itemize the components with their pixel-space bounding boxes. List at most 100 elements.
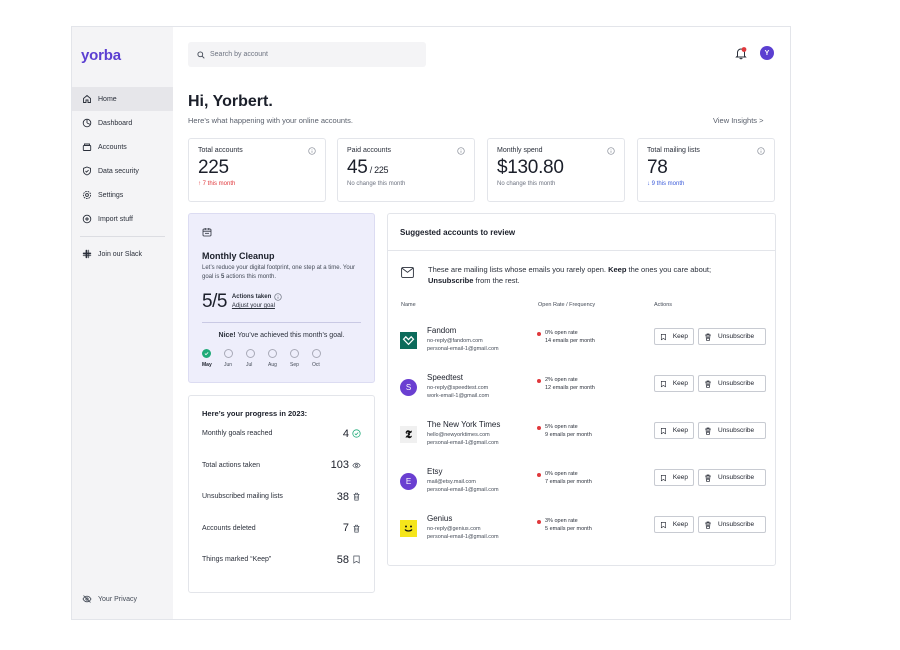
calendar-icon	[202, 228, 212, 237]
actions-taken-text: Actions taken	[231, 294, 272, 300]
sidebar-item-dashboard[interactable]: Dashboard	[72, 111, 173, 135]
progress-row: Things marked “Keep” 58	[202, 544, 361, 576]
keep-button[interactable]: Keep	[654, 422, 694, 439]
unsubscribe-button[interactable]: Unsubscribe	[698, 516, 766, 533]
stat-value: 78	[647, 157, 765, 179]
adjust-goal-link[interactable]: Adjust your goal	[232, 303, 282, 309]
stat-label: Total accounts	[198, 147, 243, 154]
unsubscribe-button[interactable]: Unsubscribe	[698, 328, 766, 345]
keep-button[interactable]: Keep	[654, 469, 694, 486]
stat-card-paid-accounts[interactable]: Paid accounts 45 / 225 No change this mo…	[337, 138, 475, 202]
divider	[202, 322, 361, 323]
month-tracker: May Jun Jul Aug Sep Oct	[202, 349, 361, 368]
notification-bell-icon[interactable]	[734, 46, 748, 60]
app-window: yorba Home Dashboard Accounts Data secur…	[71, 26, 791, 620]
stat-note: No change this month	[497, 181, 556, 187]
stat-value: $130.80	[497, 157, 615, 179]
progress-value: 103	[330, 459, 349, 472]
unsubscribe-button[interactable]: Unsubscribe	[698, 469, 766, 486]
month-sep: Sep	[290, 349, 312, 368]
info-icon[interactable]	[607, 147, 615, 155]
home-icon	[83, 94, 91, 103]
progress-label: Monthly goals reached	[202, 430, 273, 438]
info-icon[interactable]	[274, 293, 282, 301]
open-rate: 5% open rate	[545, 424, 578, 430]
stat-note: ↑ 7 this month	[198, 181, 236, 187]
etsy-logo: E	[400, 473, 417, 490]
sidebar: yorba Home Dashboard Accounts Data secur…	[72, 27, 173, 619]
month-aug: Aug	[268, 349, 290, 368]
account-row-nyt: 𝕿 The New York Times hello@newyorktimes.…	[400, 418, 766, 454]
bookmark-icon	[660, 427, 666, 434]
status-dot	[537, 426, 541, 430]
account-name: Etsy	[427, 467, 443, 476]
keep-button[interactable]: Keep	[654, 516, 694, 533]
account-email: no-reply@speedtest.com	[427, 385, 489, 391]
app-logo[interactable]: yorba	[81, 47, 121, 64]
info-icon[interactable]	[757, 147, 765, 155]
check-circle-icon	[352, 429, 361, 438]
cleanup-progress: 5/5 Actions taken Adjust your goal	[202, 291, 361, 313]
month-label: Oct	[312, 362, 320, 368]
suggested-desc-text: These are mailing lists whose emails you…	[428, 265, 609, 274]
trash-icon	[705, 521, 711, 529]
unsubscribe-button[interactable]: Unsubscribe	[698, 422, 766, 439]
keep-button[interactable]: Keep	[654, 375, 694, 392]
sidebar-item-label: Settings	[98, 191, 124, 199]
divider	[388, 250, 775, 251]
stat-value-number: $130.80	[497, 157, 564, 178]
month-label: Sep	[290, 362, 299, 368]
actions-progress-value: 5/5	[202, 291, 227, 312]
open-rate: 3% open rate	[545, 518, 578, 524]
unsubscribe-label: Unsubscribe	[718, 333, 755, 340]
cleanup-title: Monthly Cleanup	[202, 251, 275, 261]
account-row-speedtest: S Speedtest no-reply@speedtest.com work-…	[400, 371, 766, 407]
search-input[interactable]: Search by account	[188, 42, 426, 67]
sidebar-item-data-security[interactable]: Data security	[72, 159, 173, 183]
keep-label: Keep	[672, 380, 688, 387]
sidebar-item-home[interactable]: Home	[72, 87, 173, 111]
account-name: Speedtest	[427, 373, 464, 382]
progress-label: Unsubscribed mailing lists	[202, 493, 283, 501]
account-row-genius: Genius no-reply@genius.com personal-emai…	[400, 512, 766, 548]
stat-card-monthly-spend[interactable]: Monthly spend $130.80 No change this mon…	[487, 138, 625, 202]
account-email: mail@etsy.mail.com	[427, 479, 476, 485]
info-icon[interactable]	[308, 147, 316, 155]
trash-icon	[705, 380, 711, 388]
email-frequency: 7 emails per month	[545, 479, 592, 485]
stat-value: 45 / 225	[347, 157, 465, 179]
keep-button[interactable]: Keep	[654, 328, 694, 345]
account-row-fandom: Fandom no-reply@fandom.com personal-emai…	[400, 324, 766, 360]
stat-card-mailing-lists[interactable]: Total mailing lists 78 ↓ 9 this month	[637, 138, 775, 202]
avatar[interactable]: Y	[760, 46, 774, 60]
email-frequency: 9 emails per month	[545, 432, 592, 438]
stat-card-total-accounts[interactable]: Total accounts 225 ↑ 7 this month	[188, 138, 326, 202]
info-icon[interactable]	[457, 147, 465, 155]
progress-label: Total actions taken	[202, 461, 260, 469]
column-header-name: Name	[401, 302, 416, 308]
goal-achieved-bold: Nice!	[218, 332, 236, 339]
privacy-link[interactable]: Your Privacy	[82, 594, 137, 604]
shield-icon	[83, 166, 91, 176]
month-may: May	[202, 349, 224, 368]
progress-row: Unsubscribed mailing lists 38	[202, 481, 361, 513]
month-label: Jun	[224, 362, 233, 368]
sidebar-item-import[interactable]: Import stuff	[72, 207, 173, 231]
eye-icon	[352, 462, 361, 469]
sidebar-item-accounts[interactable]: Accounts	[72, 135, 173, 159]
view-insights-link[interactable]: View Insights >	[713, 116, 764, 125]
sidebar-item-slack[interactable]: Join our Slack	[72, 242, 173, 266]
sidebar-item-label: Accounts	[98, 143, 127, 151]
keep-label: Keep	[672, 427, 688, 434]
unsubscribe-button[interactable]: Unsubscribe	[698, 375, 766, 392]
sidebar-item-settings[interactable]: Settings	[72, 183, 173, 207]
progress-value: 4	[342, 427, 349, 440]
column-header-rate: Open Rate / Frequency	[538, 302, 596, 308]
progress-value: 58	[336, 553, 349, 566]
progress-label: Things marked “Keep”	[202, 556, 272, 564]
stat-value-number: 45	[347, 157, 368, 178]
account-name: Genius	[427, 514, 453, 523]
goal-achieved-message: Nice! You’ve achieved this month’s goal.	[202, 332, 361, 339]
open-rate: 2% open rate	[545, 377, 578, 383]
progress-row: Total actions taken 103	[202, 450, 361, 482]
